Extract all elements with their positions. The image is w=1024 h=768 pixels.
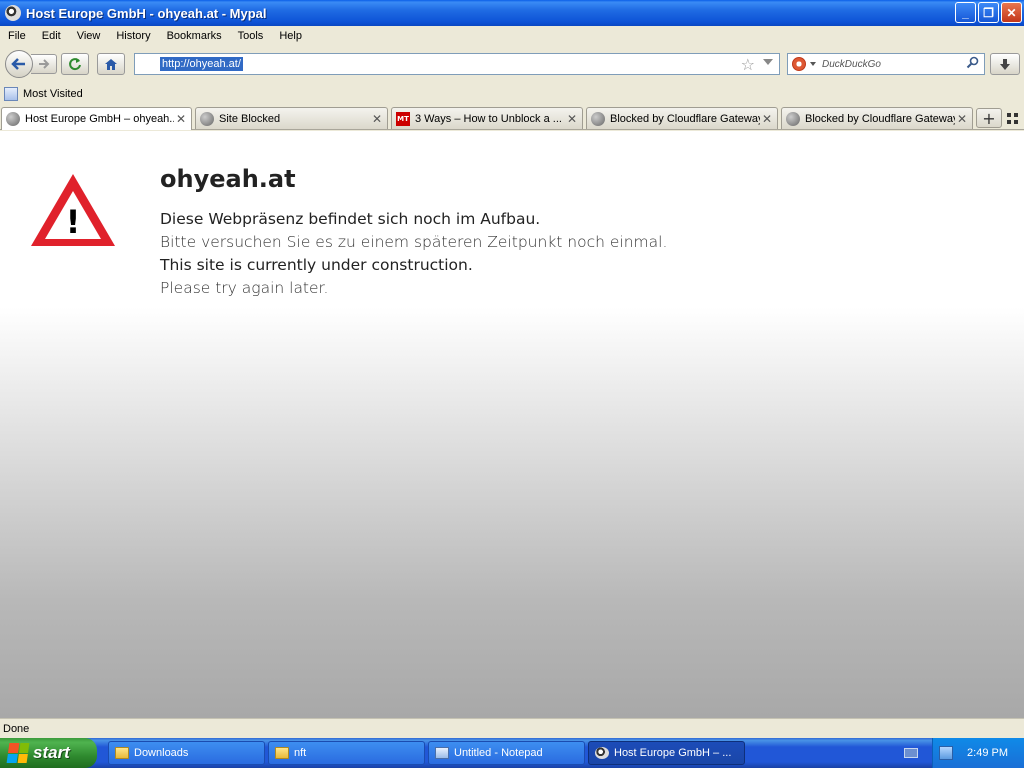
message-english-2: Please try again later. [160, 279, 329, 297]
task-label: Host Europe GmbH – ... [614, 747, 732, 759]
tab-list-icon[interactable] [1006, 112, 1020, 126]
tab-label: Site Blocked [219, 112, 281, 125]
bookmark-star-icon[interactable]: ☆ [741, 55, 755, 74]
downloads-button[interactable] [990, 53, 1020, 75]
back-arrow-icon [11, 58, 25, 70]
page-content: ! ohyeah.at Diese Webpräsenz befindet si… [0, 131, 1024, 718]
task-downloads[interactable]: Downloads [108, 741, 265, 765]
window-titlebar[interactable]: Host Europe GmbH - ohyeah.at - Mypal _ ❐… [0, 0, 1024, 26]
reload-button[interactable] [61, 53, 89, 75]
bookmark-most-visited[interactable]: Most Visited [23, 88, 83, 100]
tab-close-icon[interactable]: ✕ [760, 112, 774, 126]
status-text: Done [3, 722, 30, 735]
menu-tools[interactable]: Tools [233, 30, 269, 42]
status-bar: Done [0, 718, 1024, 738]
search-bar[interactable]: DuckDuckGo [787, 53, 985, 75]
duckduckgo-icon[interactable] [792, 57, 806, 71]
start-button[interactable]: start [0, 738, 97, 768]
message-german-1: Diese Webpräsenz befindet sich noch im A… [160, 210, 541, 228]
page-heading: ohyeah.at [160, 165, 296, 193]
back-button[interactable] [5, 50, 33, 78]
search-placeholder: DuckDuckGo [822, 58, 881, 70]
most-visited-icon [4, 87, 18, 101]
warning-triangle-icon: ! [31, 174, 115, 246]
mypal-app-icon [5, 5, 21, 21]
home-button[interactable] [97, 53, 125, 75]
globe-icon [6, 112, 20, 126]
notepad-icon [435, 747, 449, 759]
tab-site-blocked[interactable]: Site Blocked ✕ [195, 107, 388, 129]
search-icon[interactable] [966, 56, 980, 70]
tab-host-europe[interactable]: Host Europe GmbH – ohyeah.... ✕ [1, 107, 192, 130]
task-label: nft [294, 747, 307, 759]
tab-label: Blocked by Cloudflare Gateway [805, 112, 955, 125]
menu-bar: File Edit View History Bookmarks Tools H… [0, 26, 1024, 46]
warning-glyph: ! [66, 203, 81, 241]
mt-favicon-icon: MT [396, 111, 410, 126]
tab-label: Blocked by Cloudflare Gateway [610, 112, 760, 125]
folder-icon [115, 747, 129, 759]
globe-icon [591, 111, 605, 126]
task-nft[interactable]: nft [268, 741, 425, 765]
windows-logo-icon [6, 743, 30, 763]
message-german-2: Bitte versuchen Sie es zu einem späteren… [160, 233, 668, 251]
globe-icon [200, 111, 214, 126]
menu-view[interactable]: View [72, 30, 106, 42]
menu-bookmarks[interactable]: Bookmarks [162, 30, 227, 42]
forward-button[interactable] [31, 54, 57, 74]
menu-file[interactable]: File [3, 30, 31, 42]
tab-label: Host Europe GmbH – ohyeah.... [25, 113, 174, 125]
close-button[interactable]: ✕ [1001, 2, 1022, 23]
minimize-button[interactable]: _ [955, 2, 976, 23]
mypal-icon [595, 747, 609, 759]
tab-strip: Host Europe GmbH – ohyeah.... ✕ Site Blo… [0, 106, 1024, 130]
bookmarks-toolbar: Most Visited [0, 84, 1024, 104]
task-mypal[interactable]: Host Europe GmbH – ... [588, 741, 745, 765]
tab-unblock-article[interactable]: MT 3 Ways – How to Unblock a ... ✕ [391, 107, 583, 129]
task-notepad[interactable]: Untitled - Notepad [428, 741, 585, 765]
url-bar[interactable]: http://ohyeah.at/ ☆ [134, 53, 780, 75]
clock[interactable]: 2:49 PM [967, 747, 1008, 759]
tab-label: 3 Ways – How to Unblock a ... [415, 112, 562, 125]
folder-icon [275, 747, 289, 759]
forward-arrow-icon [38, 59, 49, 69]
windows-taskbar: start Downloads nft Untitled - Notepad H… [0, 738, 1024, 768]
navigation-toolbar: http://ohyeah.at/ ☆ DuckDuckGo [0, 46, 1024, 82]
tab-cloudflare-2[interactable]: Blocked by Cloudflare Gateway ✕ [781, 107, 973, 129]
window-title: Host Europe GmbH - ohyeah.at - Mypal [26, 5, 267, 21]
home-icon [105, 58, 117, 70]
search-engine-dropdown-icon[interactable] [810, 62, 816, 66]
reload-icon [69, 58, 81, 71]
menu-edit[interactable]: Edit [37, 30, 66, 42]
download-arrow-icon [1000, 58, 1010, 70]
url-text: http://ohyeah.at/ [160, 57, 243, 71]
tab-close-icon[interactable]: ✕ [370, 112, 384, 126]
tab-close-icon[interactable]: ✕ [174, 112, 188, 126]
url-dropdown-icon[interactable] [763, 59, 773, 65]
network-icon[interactable] [939, 746, 954, 760]
system-tray: 2:49 PM [932, 738, 1024, 768]
keyboard-icon[interactable] [904, 748, 918, 758]
tab-close-icon[interactable]: ✕ [955, 112, 969, 126]
tab-close-icon[interactable]: ✕ [565, 112, 579, 126]
task-label: Downloads [134, 747, 189, 759]
tab-cloudflare-1[interactable]: Blocked by Cloudflare Gateway ✕ [586, 107, 778, 129]
start-label: start [33, 743, 70, 762]
menu-history[interactable]: History [111, 30, 155, 42]
maximize-button[interactable]: ❐ [978, 2, 999, 23]
task-label: Untitled - Notepad [454, 747, 543, 759]
new-tab-button[interactable]: + [976, 108, 1002, 128]
message-english-1: This site is currently under constructio… [160, 256, 473, 274]
menu-help[interactable]: Help [274, 30, 307, 42]
globe-icon [786, 111, 800, 126]
window-controls: _ ❐ ✕ [955, 2, 1022, 23]
